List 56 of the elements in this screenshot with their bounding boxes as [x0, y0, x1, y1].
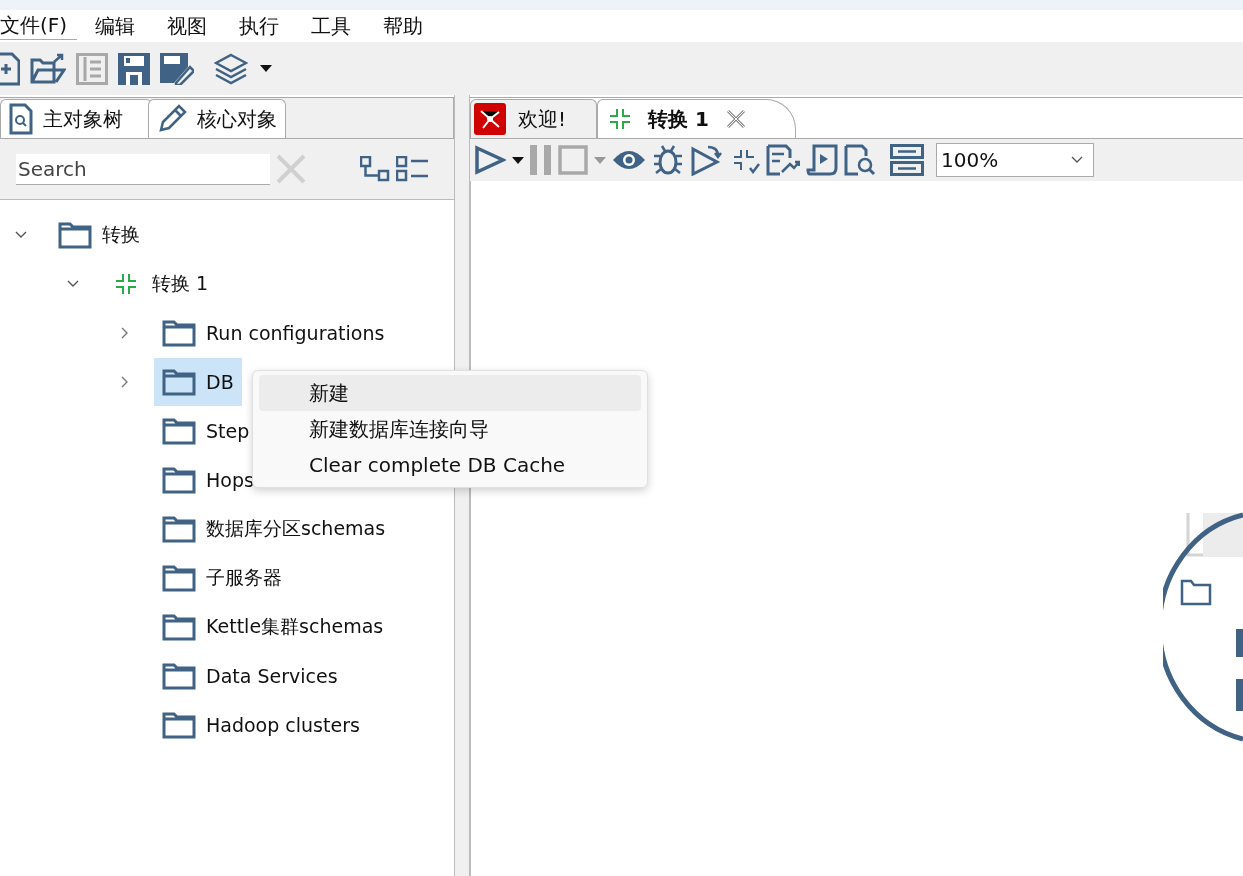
tab[interactable]: 核心对象 [148, 99, 286, 138]
folder-icon [162, 367, 196, 396]
menu-item[interactable]: 新建 [259, 375, 641, 411]
close-icon[interactable] [724, 108, 747, 130]
script-icon[interactable] [806, 144, 838, 176]
layers-icon[interactable] [214, 52, 248, 85]
play-step-icon[interactable] [690, 144, 722, 176]
menu-item[interactable]: 工具 [311, 12, 362, 40]
search-field[interactable]: Search [16, 153, 270, 185]
tree-item[interactable]: 子服务器 [154, 553, 290, 602]
folder-icon [58, 220, 92, 249]
list-view-icon[interactable] [396, 156, 428, 182]
save-as-icon[interactable] [160, 52, 194, 85]
folder-icon [162, 465, 196, 494]
chevron-down-icon [1071, 156, 1083, 164]
tab[interactable]: 欢迎! [470, 99, 598, 138]
save-icon[interactable] [118, 52, 150, 85]
tree-item[interactable]: Kettle集群schemas [154, 602, 392, 651]
document-search-icon[interactable] [844, 144, 876, 176]
rows-icon[interactable] [890, 144, 924, 176]
tab[interactable]: 转换 1 [597, 99, 796, 138]
folder-icon [162, 563, 196, 592]
folder-icon [162, 612, 196, 641]
tree-item[interactable]: Data Services [154, 651, 346, 700]
open-folder-icon[interactable] [30, 51, 66, 86]
menu-item[interactable]: 新建数据库连接向导 [259, 411, 641, 447]
menu-item[interactable]: 执行 [239, 12, 290, 40]
menu-item[interactable]: Clear complete DB Cache [259, 447, 641, 483]
tree-item[interactable]: Run configurations [154, 308, 393, 357]
play-icon[interactable] [474, 145, 506, 175]
document-arrow-icon[interactable] [766, 144, 800, 176]
hierarchy-icon[interactable] [360, 156, 390, 182]
tree-item[interactable]: 数据库分区schemas [154, 504, 394, 553]
caret-icon[interactable] [512, 156, 524, 164]
tree-item[interactable]: 转换 1 [102, 259, 217, 308]
tree-item[interactable]: Step [154, 406, 258, 455]
folder-icon [162, 710, 196, 739]
folder-icon [162, 661, 196, 690]
menu-item[interactable]: 文件(F) [0, 12, 78, 40]
tree-item[interactable]: Hops [154, 455, 262, 504]
tree-item[interactable]: Hadoop clusters [154, 700, 368, 749]
tree-item[interactable]: 转换 [50, 210, 148, 259]
folder-icon [162, 318, 196, 347]
bug-icon[interactable] [652, 144, 684, 176]
pencil-icon [157, 104, 187, 134]
menu-item[interactable]: 编辑 [95, 12, 146, 40]
new-file-icon[interactable] [0, 51, 20, 86]
document-search-icon [9, 103, 33, 135]
menu-item[interactable]: 视图 [167, 12, 218, 40]
tree-item[interactable]: DB [154, 357, 242, 406]
zoom-dropdown[interactable]: 100% [936, 143, 1094, 177]
menu-item[interactable]: 帮助 [383, 12, 434, 40]
eye-icon[interactable] [612, 148, 646, 172]
folder-icon [162, 514, 196, 543]
folder-icon [162, 416, 196, 445]
caret-icon[interactable] [260, 65, 272, 72]
